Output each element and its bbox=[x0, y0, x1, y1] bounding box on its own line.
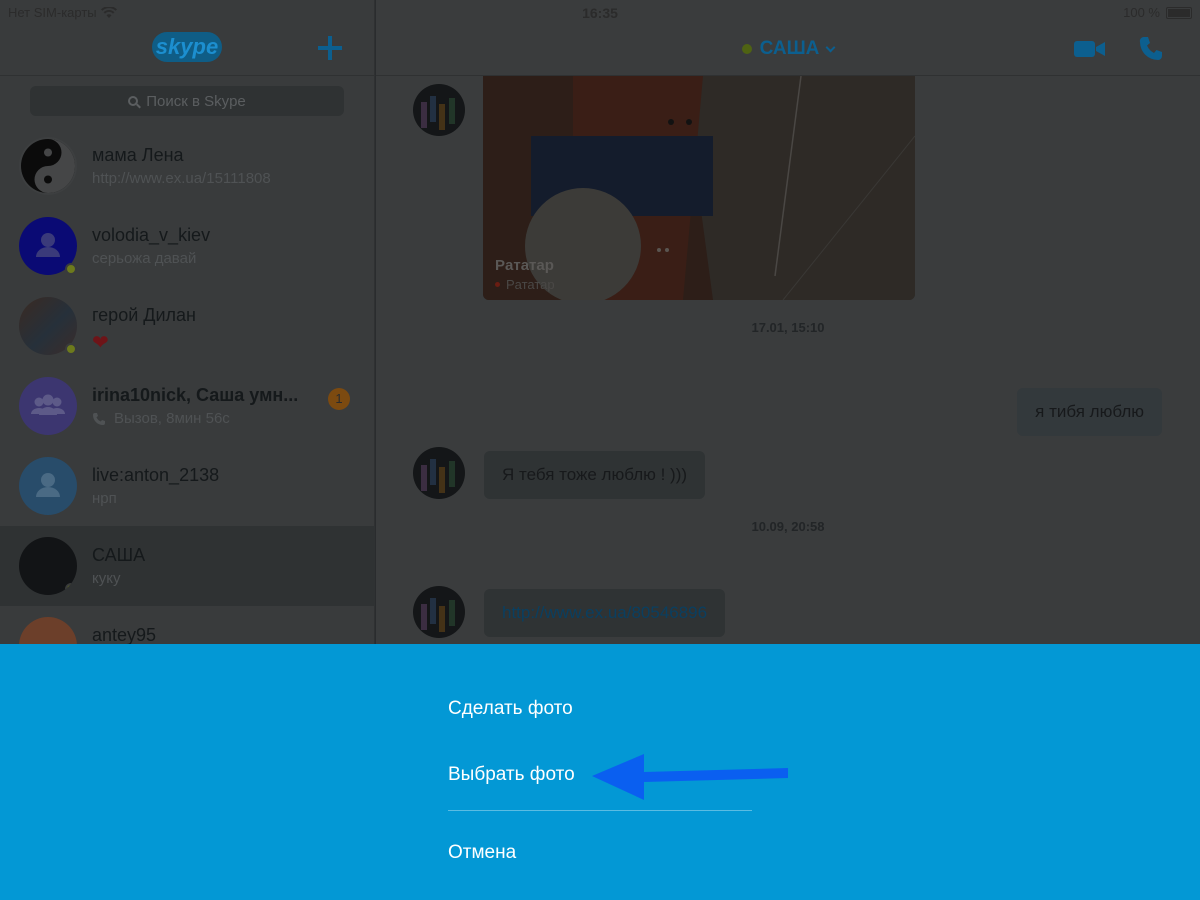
video-call-icon[interactable] bbox=[1074, 40, 1106, 58]
avatar bbox=[19, 377, 77, 435]
message-link[interactable]: http://www.ex.ua/80546896 bbox=[484, 589, 726, 637]
contact-last-message: нрп bbox=[92, 490, 117, 507]
search-input[interactable]: Поиск в Skype bbox=[30, 86, 344, 116]
contact-item[interactable]: volodia_v_kiev серьожа давай bbox=[0, 206, 375, 286]
person-icon bbox=[36, 473, 60, 497]
skype-logo: skype bbox=[152, 32, 222, 62]
media-subtitle: Pататар bbox=[495, 277, 555, 292]
heart-icon: ❤ bbox=[92, 332, 109, 354]
chat-header: САША bbox=[376, 24, 1200, 76]
contact-last-message: http://www.ex.ua/15111808 bbox=[92, 170, 271, 187]
pointer-arrow-icon bbox=[592, 754, 788, 800]
chat-title: САША bbox=[759, 38, 820, 59]
contact-name: antey95 bbox=[92, 625, 157, 645]
media-card[interactable]: Pататар Pататар bbox=[483, 76, 915, 300]
sidebar-header: skype bbox=[0, 24, 375, 76]
contact-item[interactable]: live:anton_2138 нрп bbox=[0, 446, 375, 526]
contact-item[interactable]: мама Лена http://www.ex.ua/15111808 bbox=[0, 126, 375, 206]
avatar bbox=[19, 137, 77, 195]
presence-dot bbox=[65, 263, 77, 275]
new-conversation-button[interactable] bbox=[316, 34, 344, 62]
group-icon bbox=[31, 394, 65, 415]
contact-name: САША bbox=[92, 545, 146, 565]
avatar bbox=[19, 217, 77, 275]
sender-avatar bbox=[413, 586, 465, 638]
media-subtitle-text: Pататар bbox=[506, 277, 555, 292]
unread-badge: 1 bbox=[328, 388, 350, 410]
contact-name: volodia_v_kiev bbox=[92, 225, 211, 245]
timestamp-label: 17.01, 15:10 bbox=[751, 320, 825, 335]
avatar bbox=[19, 537, 77, 595]
contact-item[interactable]: irina10nick, Саша умн... 1 Вызов, 8мин 5… bbox=[0, 366, 375, 446]
battery-icon bbox=[1166, 6, 1192, 19]
chevron-down-icon bbox=[825, 42, 836, 52]
timestamp-label: 10.09, 20:58 bbox=[751, 519, 825, 534]
contact-last-message: куку bbox=[92, 570, 121, 587]
contact-name: мама Лена bbox=[92, 145, 184, 165]
phone-icon bbox=[93, 412, 105, 425]
avatar bbox=[19, 457, 77, 515]
status-bar: Нет SIM-карты 16:35 100 % bbox=[0, 0, 1200, 24]
contact-item[interactable]: герой Дилан ❤ bbox=[0, 286, 375, 366]
search-icon bbox=[128, 96, 139, 106]
contact-last-message: ❤ bbox=[92, 330, 109, 355]
presence-dot bbox=[65, 583, 77, 595]
sender-avatar bbox=[413, 447, 465, 499]
battery-status: 100 % bbox=[1123, 5, 1192, 20]
media-title: Pататар bbox=[495, 257, 554, 274]
take-photo-option[interactable]: Сделать фото bbox=[448, 698, 573, 720]
sender-avatar bbox=[413, 84, 465, 136]
yin-yang-icon bbox=[21, 139, 75, 193]
presence-dot bbox=[65, 343, 77, 355]
cancel-option[interactable]: Отмена bbox=[448, 842, 516, 864]
contact-name: герой Дилан bbox=[92, 305, 196, 325]
contact-name: live:anton_2138 bbox=[92, 465, 220, 485]
battery-label: 100 % bbox=[1123, 5, 1160, 20]
phone-call-icon[interactable] bbox=[1139, 36, 1163, 62]
avatar bbox=[19, 297, 77, 355]
contact-item-selected[interactable]: САША куку bbox=[0, 526, 375, 606]
media-source-icon bbox=[495, 282, 500, 287]
contact-last-message: серьожа давай bbox=[92, 250, 197, 267]
message-bubble-incoming[interactable]: Я тебя тоже люблю ! ))) bbox=[484, 451, 706, 499]
contact-name: irina10nick, Саша умн... bbox=[92, 385, 299, 405]
contact-last-message: Вызов, 8мин 56с bbox=[92, 410, 230, 427]
divider bbox=[448, 810, 752, 811]
message-bubble-outgoing[interactable]: я тибя люблю bbox=[1017, 388, 1162, 436]
presence-dot bbox=[741, 44, 752, 54]
choose-photo-option[interactable]: Выбрать фото bbox=[448, 764, 575, 786]
search-placeholder: Поиск в Skype bbox=[146, 92, 246, 110]
clock: 16:35 bbox=[582, 5, 618, 21]
call-summary: Вызов, 8мин 56с bbox=[114, 410, 230, 427]
